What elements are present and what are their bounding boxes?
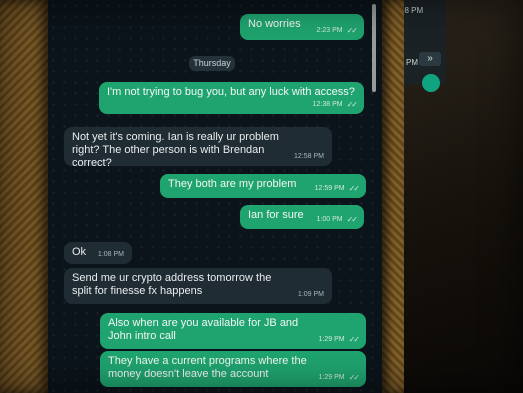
message-time: 1:29 PM: [318, 336, 345, 343]
incoming-message[interactable]: Send me ur crypto address tomorrow the s…: [64, 268, 332, 304]
outgoing-message[interactable]: Also when are you available for JB and J…: [100, 313, 366, 349]
double-check-icon: ✓✓: [346, 26, 358, 35]
double-check-icon: ✓✓: [348, 373, 360, 382]
background-scroll-down-button: »: [419, 52, 441, 66]
message-meta: 1:09 PM: [298, 288, 324, 301]
background-time-2: PM: [406, 58, 418, 67]
message-text: Not yet it's coming. Ian is really ur pr…: [72, 131, 279, 169]
message-time: 2:23 PM: [316, 27, 343, 34]
phone-case-left: [0, 0, 48, 393]
message-time: 12:38 PM: [312, 101, 343, 108]
scrollbar[interactable]: [372, 4, 376, 92]
message-text: Send me ur crypto address tomorrow the s…: [72, 272, 272, 297]
message-meta: 12:38 PM ✓✓: [312, 98, 358, 111]
outgoing-message[interactable]: No worries 2:23 PM ✓✓: [240, 14, 364, 40]
outgoing-message[interactable]: Ian for sure 1:00 PM ✓✓: [240, 205, 364, 229]
outgoing-message[interactable]: They have a current programs where the m…: [100, 351, 366, 387]
message-time: 12:59 PM: [314, 185, 345, 192]
message-text: They have a current programs where the m…: [108, 355, 307, 380]
message-meta: 1:29 PM ✓✓: [318, 333, 361, 346]
message-meta: 1:00 PM ✓✓: [316, 213, 359, 226]
message-time: 1:00 PM: [316, 216, 343, 223]
outgoing-message[interactable]: They both are my problem 12:59 PM ✓✓: [160, 174, 366, 198]
phone-case-right: [382, 0, 404, 393]
message-time: 12:58 PM: [294, 153, 324, 160]
date-separator: Thursday: [189, 56, 235, 71]
background-fab: [422, 74, 440, 92]
message-text: Also when are you available for JB and J…: [108, 317, 299, 342]
double-check-icon: ✓✓: [346, 215, 358, 224]
message-meta: 1:29 PM ✓✓: [318, 371, 361, 384]
message-time: 1:08 PM: [97, 251, 124, 258]
double-check-icon: ✓✓: [348, 184, 360, 193]
double-check-icon: ✓✓: [348, 335, 360, 344]
double-check-icon: ✓✓: [346, 100, 358, 109]
incoming-message[interactable]: Not yet it's coming. Ian is really ur pr…: [64, 127, 332, 169]
message-time: 1:29 PM: [318, 374, 345, 381]
message-meta: 12:59 PM ✓✓: [314, 182, 360, 195]
incoming-message[interactable]: Ok 1:08 PM: [64, 242, 132, 264]
message-meta: 1:08 PM: [98, 248, 124, 261]
message-meta: 12:58 PM: [294, 150, 324, 163]
message-time: 1:09 PM: [297, 291, 324, 298]
message-meta: 2:23 PM ✓✓: [316, 24, 359, 37]
outgoing-message[interactable]: I'm not trying to bug you, but any luck …: [99, 82, 364, 114]
